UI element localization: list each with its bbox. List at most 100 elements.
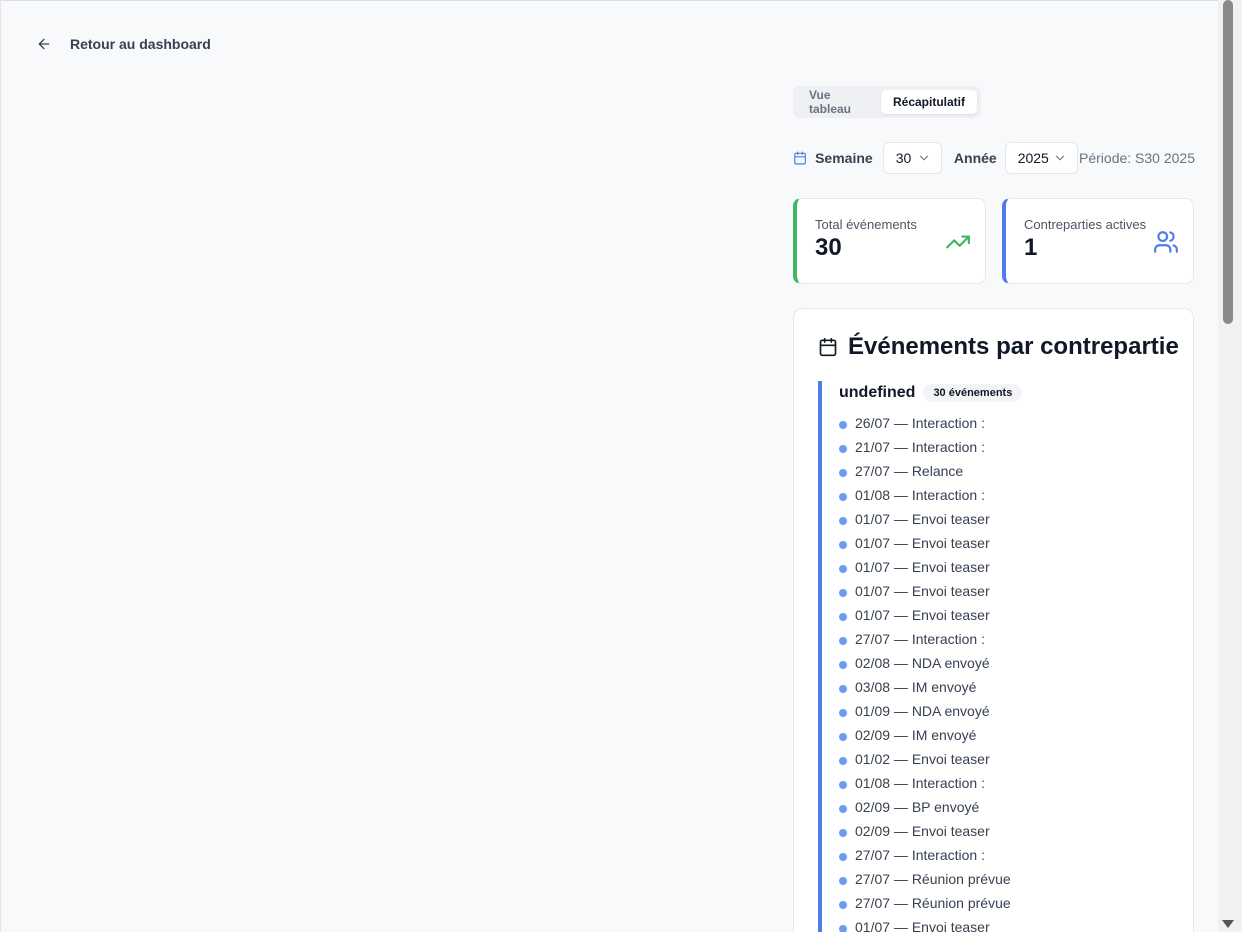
event-dot-icon	[839, 612, 847, 621]
event-item: 27/07 — Réunion prévue	[839, 867, 1178, 891]
event-item: 02/09 — Envoi teaser	[839, 819, 1178, 843]
event-dot-icon	[839, 420, 847, 429]
event-text: 21/07 — Interaction :	[855, 439, 985, 455]
event-item: 01/07 — Envoi teaser	[839, 603, 1178, 627]
event-item: 01/08 — Interaction :	[839, 483, 1178, 507]
view-toggle: Vue tableau Récapitulatif	[793, 86, 981, 118]
users-icon	[1154, 231, 1178, 253]
window-left-border	[0, 0, 1, 932]
event-text: 27/07 — Relance	[855, 463, 964, 479]
arrow-left-icon	[38, 38, 50, 50]
event-dot-icon	[839, 540, 847, 549]
event-text: 01/08 — Interaction :	[855, 775, 985, 791]
stat-card-active-counterparties: Contreparties actives 1	[1002, 198, 1194, 284]
event-text: 01/08 — Interaction :	[855, 487, 985, 503]
group-header: undefined 30 événements	[839, 381, 1178, 405]
event-item: 01/07 — Envoi teaser	[839, 579, 1178, 603]
week-label: Semaine	[815, 150, 873, 166]
calendar-icon	[819, 337, 837, 357]
event-text: 26/07 — Interaction :	[855, 415, 985, 431]
stat-card-total-events: Total événements 30	[793, 198, 986, 284]
event-item: 01/07 — Envoi teaser	[839, 507, 1178, 531]
event-text: 01/07 — Envoi teaser	[855, 583, 990, 599]
trending-up-icon	[946, 235, 970, 249]
event-dot-icon	[839, 660, 847, 669]
event-dot-icon	[839, 852, 847, 861]
event-text: 01/07 — Envoi teaser	[855, 511, 990, 527]
event-item: 03/08 — IM envoyé	[839, 675, 1178, 699]
event-item: 01/07 — Envoi teaser	[839, 531, 1178, 555]
event-item: 27/07 — Interaction :	[839, 627, 1178, 651]
event-dot-icon	[839, 780, 847, 789]
event-dot-icon	[839, 924, 847, 932]
event-item: 02/08 — NDA envoyé	[839, 651, 1178, 675]
event-text: 02/09 — Envoi teaser	[855, 823, 990, 839]
event-item: 01/07 — Envoi teaser	[839, 555, 1178, 579]
week-select[interactable]: 30	[882, 142, 942, 174]
event-dot-icon	[839, 876, 847, 885]
panel-title: Événements par contrepartie	[848, 333, 1179, 360]
event-dot-icon	[839, 900, 847, 909]
back-to-dashboard-link[interactable]: Retour au dashboard	[36, 33, 211, 55]
window-top-border	[0, 0, 1218, 2]
event-dot-icon	[839, 468, 847, 477]
event-text: 03/08 — IM envoyé	[855, 679, 977, 695]
event-dot-icon	[839, 492, 847, 501]
scroll-down-arrow-icon[interactable]	[1221, 919, 1235, 929]
period-text: Période: S30 2025	[1079, 150, 1195, 166]
event-item: 02/09 — IM envoyé	[839, 723, 1178, 747]
event-text: 01/07 — Envoi teaser	[855, 559, 990, 575]
event-text: 01/02 — Envoi teaser	[855, 751, 990, 767]
event-text: 27/07 — Réunion prévue	[855, 871, 1011, 887]
event-item: 01/09 — NDA envoyé	[839, 699, 1178, 723]
event-dot-icon	[839, 828, 847, 837]
calendar-icon	[794, 151, 806, 165]
event-text: 01/07 — Envoi teaser	[855, 919, 990, 932]
event-text: 01/07 — Envoi teaser	[855, 607, 990, 623]
year-label: Année	[953, 150, 997, 166]
event-dot-icon	[839, 708, 847, 717]
tab-recapitulatif[interactable]: Récapitulatif	[880, 90, 977, 114]
chevron-down-icon	[1055, 155, 1065, 161]
event-count-badge: 30 événements	[923, 384, 1023, 402]
period-filters: Semaine 30 Année 2025 Période: S30 2025	[793, 142, 1195, 174]
event-dot-icon	[839, 756, 847, 765]
counterparty-name: undefined	[839, 384, 916, 401]
event-dot-icon	[839, 588, 847, 597]
event-text: 02/08 — NDA envoyé	[855, 655, 990, 671]
events-by-counterparty-panel: Événements par contrepartie undefined 30…	[793, 308, 1194, 932]
event-text: 01/09 — NDA envoyé	[855, 703, 990, 719]
back-link-label: Retour au dashboard	[70, 36, 211, 52]
event-dot-icon	[839, 444, 847, 453]
event-text: 27/07 — Réunion prévue	[855, 895, 1011, 911]
event-item: 02/09 — BP envoyé	[839, 795, 1178, 819]
event-text: 02/09 — IM envoyé	[855, 727, 977, 743]
event-text: 02/09 — BP envoyé	[855, 799, 980, 815]
event-text: 27/07 — Interaction :	[855, 847, 985, 863]
event-item: 01/07 — Envoi teaser	[839, 915, 1178, 932]
event-dot-icon	[839, 564, 847, 573]
chevron-down-icon	[919, 155, 928, 161]
event-dot-icon	[839, 636, 847, 645]
event-text: 27/07 — Interaction :	[855, 631, 985, 647]
event-text: 01/07 — Envoi teaser	[855, 535, 990, 551]
week-select-value: 30	[895, 150, 912, 166]
event-list: 26/07 — Interaction : 21/07 — Interaction…	[839, 411, 1178, 932]
counterparty-group: undefined 30 événements 26/07 — Interact…	[818, 381, 1178, 932]
event-item: 26/07 — Interaction :	[839, 411, 1178, 435]
event-dot-icon	[839, 684, 847, 693]
event-item: 21/07 — Interaction :	[839, 435, 1178, 459]
event-item: 27/07 — Réunion prévue	[839, 891, 1178, 915]
event-item: 01/02 — Envoi teaser	[839, 747, 1178, 771]
event-dot-icon	[839, 804, 847, 813]
year-select[interactable]: 2025	[1004, 142, 1079, 174]
vertical-scrollbar[interactable]	[1218, 0, 1242, 932]
event-dot-icon	[839, 516, 847, 525]
event-dot-icon	[839, 732, 847, 741]
panel-header: Événements par contrepartie	[818, 333, 1179, 361]
tab-vue-tableau[interactable]: Vue tableau	[797, 88, 879, 116]
event-item: 27/07 — Relance	[839, 459, 1178, 483]
year-select-value: 2025	[1017, 150, 1049, 166]
event-item: 27/07 — Interaction :	[839, 843, 1178, 867]
scrollbar-thumb[interactable]	[1223, 0, 1233, 324]
